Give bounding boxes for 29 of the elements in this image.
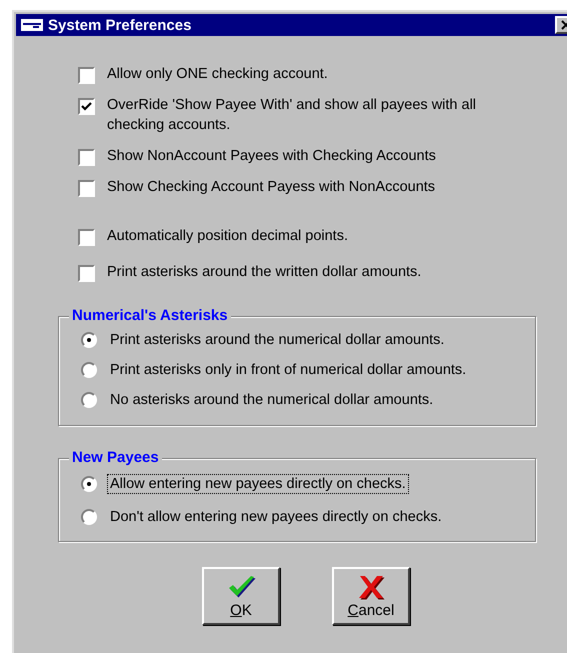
checkbox[interactable] [78, 98, 95, 115]
group-title: New Payees [69, 449, 162, 466]
radio-label: Don't allow entering new payees directly on checks. [109, 508, 443, 526]
checkbox[interactable] [78, 229, 95, 246]
check-mark-icon [81, 102, 92, 111]
checkbox-label: Automatically position decimal points. [107, 227, 348, 246]
checkbox[interactable] [78, 265, 95, 282]
checkbox-label: Show NonAccount Payees with Checking Accounts [107, 147, 436, 166]
checkbox-label: Allow only ONE checking account. [107, 65, 328, 84]
window-icon [21, 19, 43, 31]
radio-label: Print asterisks around the numerical dollar amounts. [109, 331, 446, 350]
checkbox[interactable] [78, 67, 95, 84]
window-title: System Preferences [48, 16, 192, 34]
checkbox-label: Show Checking Account Payess with NonAccounts [107, 178, 436, 197]
radio-button[interactable] [81, 392, 97, 408]
ok-button[interactable]: OK [202, 567, 280, 625]
radio-button[interactable] [81, 508, 97, 524]
cross-icon [357, 574, 385, 600]
radio-label: No asterisks around the numerical dollar amounts. [109, 391, 434, 410]
checkbox[interactable] [78, 149, 95, 166]
cancel-button[interactable]: Cancel [332, 567, 410, 625]
radio-label: Allow entering new payees directly on checks. [107, 474, 409, 494]
checkbox-label: Print asterisks around the written dollar amounts. [107, 263, 422, 282]
radio-button[interactable] [81, 332, 97, 348]
checkbox[interactable] [78, 180, 95, 197]
radio-button[interactable] [81, 476, 97, 492]
checkbox-label: OverRide 'Show Payee With' and show all payees with all checking accounts. [107, 96, 478, 135]
radio-button[interactable] [81, 362, 97, 378]
radio-label: Print asterisks only in front of numerical dollar amounts. [109, 361, 468, 380]
